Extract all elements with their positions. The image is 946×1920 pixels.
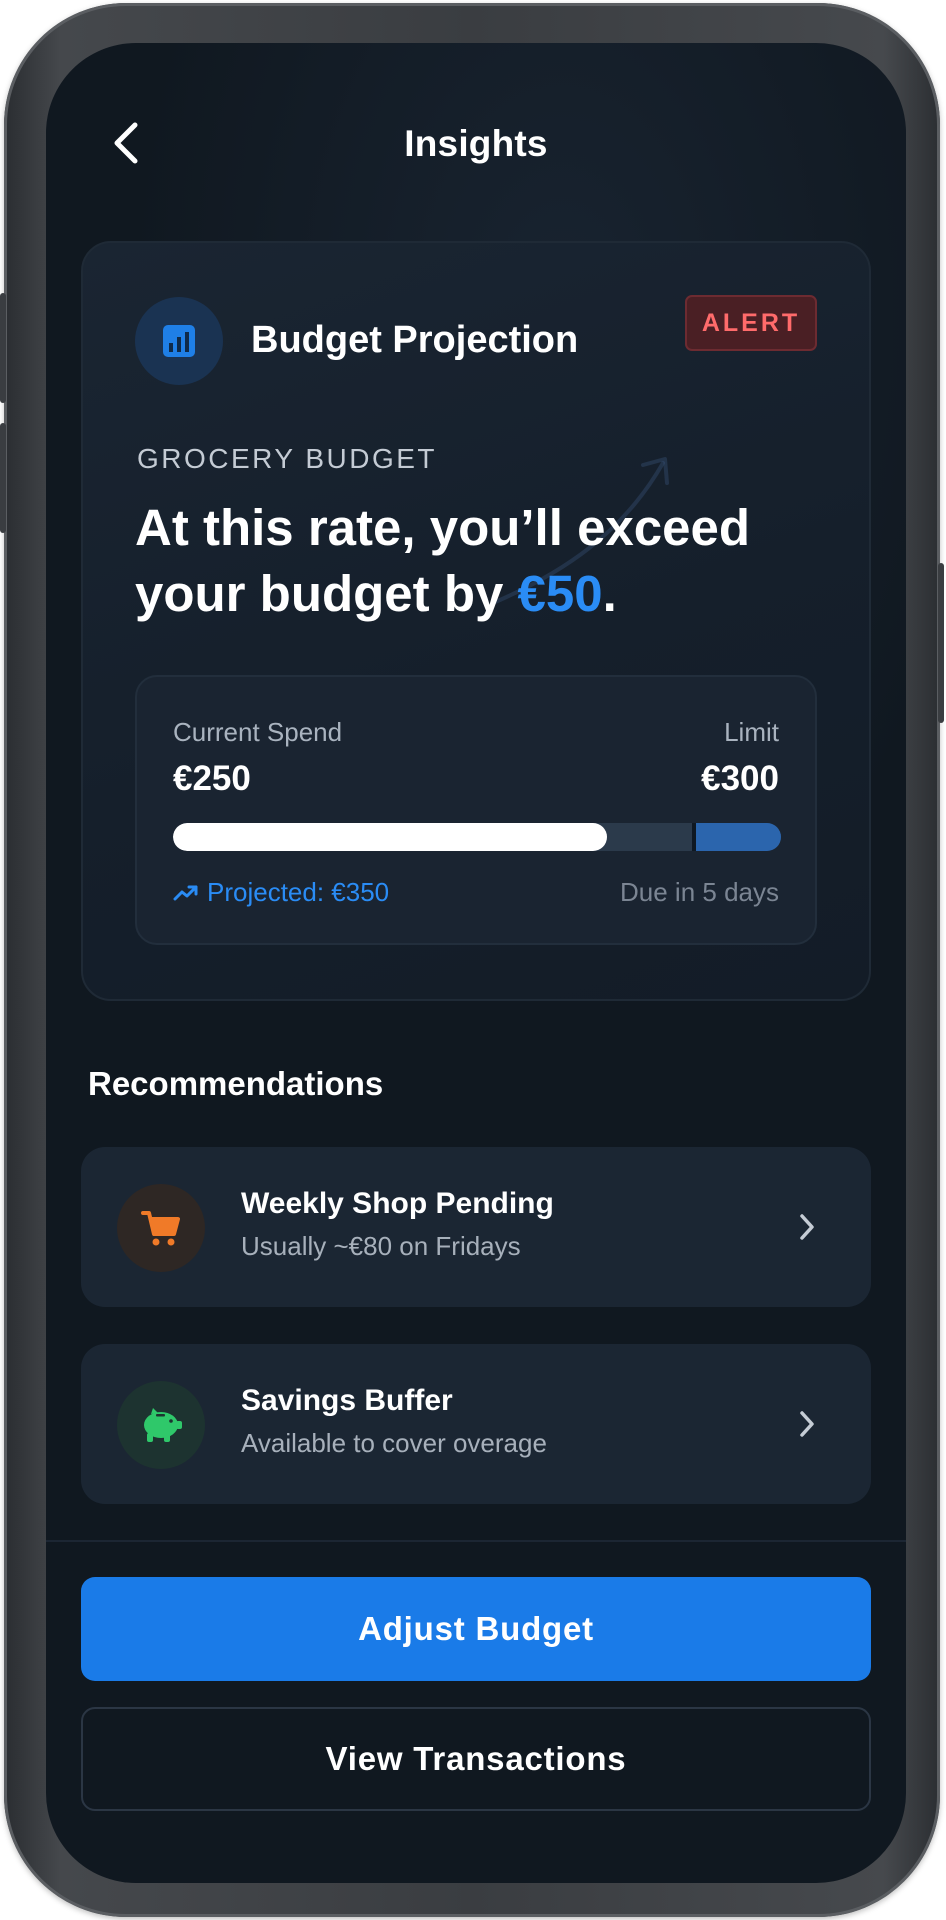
alert-badge: ALERT (685, 295, 817, 351)
headline-period: . (602, 565, 617, 622)
chevron-right-icon (787, 1402, 827, 1446)
chevron-right-icon (787, 1205, 827, 1249)
recommendations-heading: Recommendations (88, 1065, 384, 1102)
top-bar: Insights (46, 101, 906, 191)
view-transactions-button[interactable]: View Transactions (81, 1707, 871, 1811)
projected-spend-text: Projected: €350 (207, 877, 390, 907)
current-spend-fill (173, 823, 608, 851)
current-spend-label: Current Spend (173, 717, 343, 747)
piggy-bank-icon (117, 1381, 205, 1469)
limit-label: Limit (724, 717, 779, 747)
recommendation-savings-buffer[interactable]: Savings Buffer Available to cover overag… (81, 1344, 871, 1504)
mute-switch (0, 293, 6, 403)
budget-progress-bar (173, 823, 781, 851)
volume-button (0, 423, 6, 533)
page-title: Insights (404, 123, 548, 164)
projected-overage-fill (694, 823, 781, 851)
projection-headline: At this rate, you’ll exceed your budget … (135, 495, 835, 627)
current-spend-value: €250 (173, 759, 251, 798)
bar-chart-icon (135, 297, 223, 385)
app-screen: Insights Budget Projection ALERT GROCERY… (46, 43, 906, 1883)
recommendation-title: Savings Buffer (241, 1384, 453, 1417)
projected-spend: Projected: €350 (173, 877, 389, 908)
budget-projection-card: Budget Projection ALERT GROCERY BUDGET A… (81, 241, 871, 1001)
trending-up-icon (173, 885, 198, 900)
adjust-budget-button[interactable]: Adjust Budget (81, 1577, 871, 1681)
phone-frame: Insights Budget Projection ALERT GROCERY… (0, 3, 944, 1917)
due-date-text: Due in 5 days (620, 877, 779, 907)
headline-text: At this rate, you’ll exceed your budget … (135, 499, 751, 622)
budget-category-label: GROCERY BUDGET (137, 443, 438, 474)
shopping-cart-icon (117, 1184, 205, 1272)
recommendation-weekly-shop[interactable]: Weekly Shop Pending Usually ~€80 on Frid… (81, 1147, 871, 1307)
card-title: Budget Projection (251, 319, 579, 361)
recommendation-title: Weekly Shop Pending (241, 1187, 554, 1220)
spend-summary: Current Spend Limit €250 €300 Projected:… (135, 675, 817, 945)
power-button (938, 563, 944, 723)
recommendation-subtitle: Available to cover overage (241, 1428, 547, 1458)
overage-amount: €50 (517, 565, 603, 622)
bottom-divider (46, 1540, 906, 1542)
limit-value: €300 (701, 759, 779, 798)
limit-marker (692, 823, 697, 851)
recommendation-subtitle: Usually ~€80 on Fridays (241, 1231, 521, 1261)
